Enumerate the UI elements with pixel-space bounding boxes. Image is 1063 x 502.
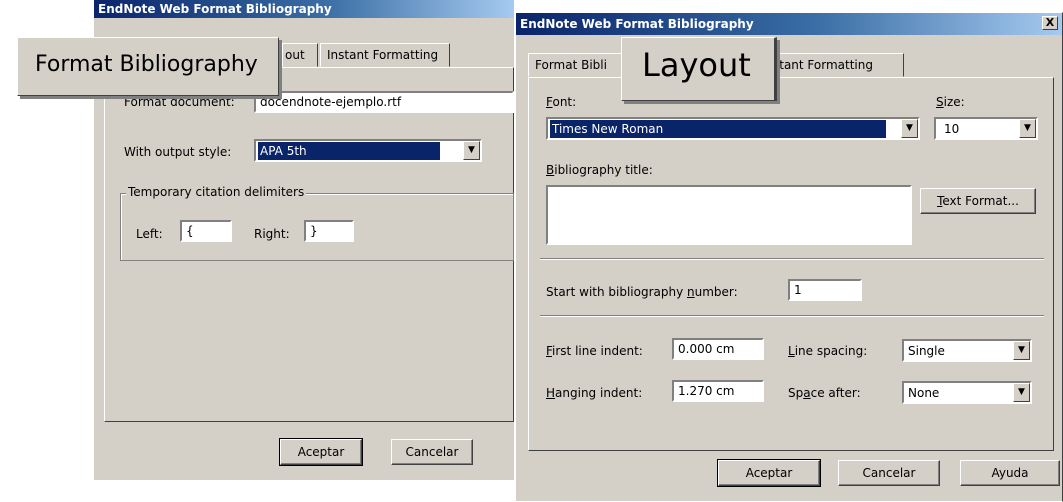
line-spacing-label: Line spacing:	[788, 344, 868, 358]
layout-callout: Layout	[621, 37, 777, 101]
format-document-field[interactable]: docendnote-ejemplo.rtf	[254, 91, 514, 113]
front-dialog: EndNote Web Format Bibliography X Format…	[515, 12, 1063, 502]
output-style-select[interactable]: APA 5th ▼	[254, 139, 482, 162]
back-ok-button[interactable]: Aceptar	[279, 438, 363, 466]
back-dialog-title: EndNote Web Format Bibliography	[98, 2, 332, 16]
chevron-down-icon[interactable]: ▼	[463, 141, 480, 160]
format-document-label: Format document:	[124, 95, 235, 109]
left-delimiter-field[interactable]: {	[180, 220, 232, 242]
close-icon[interactable]: X	[1042, 16, 1058, 30]
layout-callout-label: Layout	[642, 46, 751, 84]
ok-button[interactable]: Aceptar	[717, 459, 821, 487]
hanging-indent-field[interactable]: 1.270 cm	[672, 380, 764, 402]
first-line-indent-field[interactable]: 0.000 cm	[672, 338, 764, 360]
start-number-label: Start with bibliography number:	[546, 285, 738, 299]
line-spacing-select[interactable]: Single ▼	[902, 339, 1032, 362]
separator	[540, 315, 1044, 317]
output-style-label: With output style:	[124, 145, 232, 159]
chevron-down-icon[interactable]: ▼	[1019, 119, 1036, 138]
tab-instant-formatting-front[interactable]: stant Formatting	[772, 53, 904, 77]
format-bibliography-callout-label: Format Bibliography	[35, 52, 258, 77]
chevron-down-icon[interactable]: ▼	[1013, 383, 1030, 402]
first-line-indent-label: First line indent:	[546, 344, 643, 358]
bibliography-title-label: Bibliography title:	[546, 163, 653, 177]
tab-format-bibliography[interactable]: Format Bibli	[528, 53, 628, 77]
separator	[540, 258, 1044, 260]
help-button[interactable]: Ayuda	[960, 460, 1060, 486]
back-dialog-titlebar: EndNote Web Format Bibliography	[94, 0, 514, 18]
back-cancel-button[interactable]: Cancelar	[391, 439, 473, 465]
text-format-button[interactable]: Text Format...	[920, 188, 1036, 214]
bibliography-title-field[interactable]	[546, 185, 912, 245]
hanging-indent-label: Hanging indent:	[546, 386, 643, 400]
start-number-field[interactable]: 1	[788, 279, 862, 301]
space-after-select[interactable]: None ▼	[902, 381, 1032, 404]
format-bibliography-callout: Format Bibliography	[17, 37, 279, 96]
right-delimiter-field[interactable]: }	[304, 220, 354, 242]
right-delimiter-label: Right:	[254, 227, 290, 241]
chevron-down-icon[interactable]: ▼	[1013, 341, 1030, 360]
tab-instant-formatting[interactable]: Instant Formatting	[320, 43, 450, 67]
space-after-label: Space after:	[788, 386, 861, 400]
font-label: Font:	[546, 95, 577, 109]
cancel-button[interactable]: Cancelar	[838, 460, 940, 486]
tab-layout[interactable]: out	[282, 43, 318, 67]
front-dialog-titlebar: EndNote Web Format Bibliography X	[516, 13, 1062, 35]
left-delimiter-label: Left:	[136, 227, 163, 241]
size-select[interactable]: 10 ▼	[934, 117, 1038, 140]
chevron-down-icon[interactable]: ▼	[901, 119, 918, 138]
delimiters-group-label: Temporary citation delimiters	[126, 185, 307, 199]
font-select[interactable]: Times New Roman ▼	[546, 117, 920, 140]
size-label: Size:	[936, 95, 965, 109]
front-dialog-title: EndNote Web Format Bibliography	[520, 17, 754, 31]
